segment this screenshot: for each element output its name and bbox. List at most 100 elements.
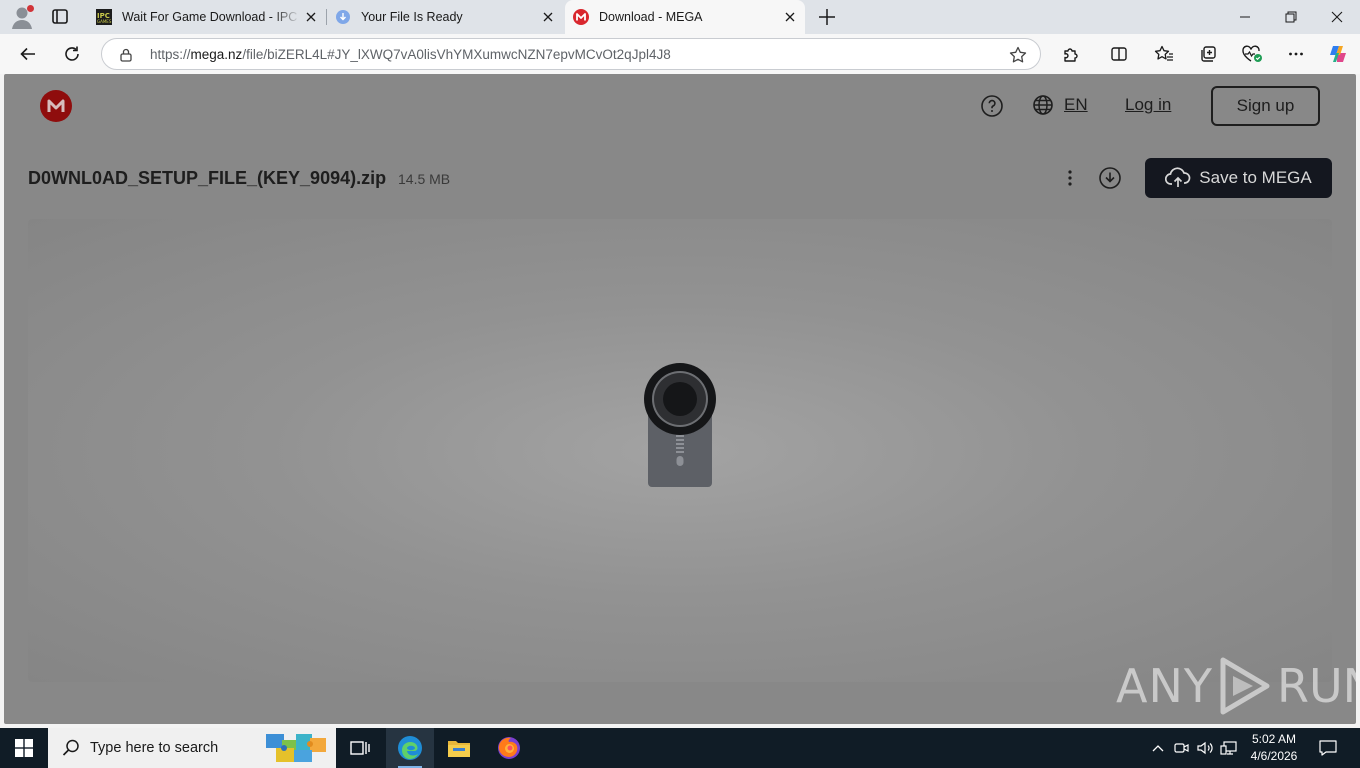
windows-logo-icon — [15, 739, 33, 757]
help-button[interactable] — [980, 94, 1004, 118]
settings-menu-button[interactable] — [1282, 41, 1310, 67]
more-horizontal-icon — [1289, 52, 1303, 56]
file-preview-area — [28, 219, 1332, 682]
minimize-icon — [1240, 16, 1250, 18]
url-domain: mega.nz — [190, 47, 243, 62]
taskbar: Type here to search 5:02 AM 4/6/2026 — [0, 728, 1360, 768]
favorite-star-icon[interactable] — [1008, 45, 1028, 65]
tab-strip: IPCGAMES Wait For Game Download - IPC Ga… — [0, 0, 1360, 34]
anyrun-watermark: ANY RUN — [1116, 656, 1356, 716]
split-screen-icon — [1111, 47, 1127, 61]
taskbar-clock[interactable]: 5:02 AM 4/6/2026 — [1238, 731, 1310, 765]
restore-button[interactable] — [1268, 0, 1314, 34]
tab-actions-icon — [52, 9, 68, 24]
address-bar[interactable]: https://mega.nz/file/biZERL4L#JY_lXWQ7vA… — [101, 38, 1041, 70]
close-icon — [785, 12, 795, 22]
login-link[interactable]: Log in — [1125, 95, 1171, 115]
zip-file-icon — [644, 363, 716, 487]
search-highlight-puzzle-icon — [266, 734, 326, 762]
close-tab-button[interactable] — [779, 6, 801, 28]
file-size: 14.5 MB — [398, 171, 451, 187]
copilot-icon — [1330, 46, 1346, 62]
close-tab-button[interactable] — [300, 6, 322, 28]
language-label: EN — [1064, 95, 1088, 114]
play-logo-icon — [1220, 657, 1270, 715]
notification-icon — [1319, 740, 1337, 756]
signup-button[interactable]: Sign up — [1211, 86, 1320, 126]
extensions-button[interactable] — [1057, 41, 1085, 67]
site-info-icon[interactable] — [118, 47, 134, 63]
download-favicon — [336, 10, 350, 24]
taskbar-file-explorer[interactable] — [435, 728, 483, 768]
save-to-mega-button[interactable]: Save to MEGA — [1145, 158, 1332, 198]
mega-logo-icon — [47, 99, 65, 112]
taskbar-firefox[interactable] — [485, 728, 533, 768]
svg-text:GAMES: GAMES — [97, 19, 112, 24]
split-screen-button[interactable] — [1105, 41, 1133, 67]
url-path: /file/biZERL4L#JY_lXWQ7vA0lisVhYMXumwcNZ… — [242, 47, 671, 62]
close-tab-button[interactable] — [537, 6, 559, 28]
tab-actions-button[interactable] — [48, 6, 72, 28]
tray-network[interactable] — [1218, 728, 1240, 768]
profile-button[interactable] — [8, 4, 36, 30]
language-selector[interactable]: EN — [1032, 94, 1088, 116]
refresh-button[interactable] — [58, 41, 86, 67]
clock-time: 5:02 AM — [1251, 732, 1297, 746]
restore-icon — [1285, 11, 1297, 23]
favorites-button[interactable] — [1150, 41, 1178, 67]
tab-file-ready[interactable]: Your File Is Ready — [327, 0, 563, 34]
question-circle-icon — [981, 95, 1003, 117]
file-name: D0WNL0AD_SETUP_FILE_(KEY_9094).zip — [28, 168, 387, 188]
watermark-text-right: RUN — [1276, 659, 1356, 713]
browser-essentials-button[interactable] — [1238, 41, 1266, 67]
close-window-button[interactable] — [1314, 0, 1360, 34]
copilot-button[interactable] — [1324, 41, 1352, 67]
close-icon — [306, 12, 316, 22]
page-content: EN Log in Sign up D0WNL0AD_SETUP_FILE_(K… — [4, 74, 1356, 724]
refresh-icon — [65, 46, 79, 61]
tab-title: Your File Is Ready — [361, 10, 463, 24]
mega-logo[interactable] — [40, 90, 72, 122]
tray-volume[interactable] — [1195, 728, 1217, 768]
tab-ipc-games[interactable]: IPCGAMES Wait For Game Download - IPC Ga… — [88, 0, 326, 34]
download-circle-icon — [1099, 167, 1121, 189]
network-icon — [1220, 741, 1237, 755]
start-button[interactable] — [0, 728, 48, 768]
camera-icon — [1174, 743, 1189, 753]
plus-icon — [819, 9, 835, 25]
task-view-icon — [350, 741, 370, 755]
navigation-bar: https://mega.nz/file/biZERL4L#JY_lXWQ7vA… — [0, 34, 1360, 74]
firefox-icon — [498, 737, 520, 759]
close-icon — [1331, 11, 1343, 23]
cloud-upload-icon — [1165, 167, 1191, 187]
file-options-button[interactable] — [1060, 166, 1080, 190]
notification-center-button[interactable] — [1312, 728, 1344, 768]
heart-pulse-icon — [1242, 45, 1262, 62]
back-arrow-icon — [20, 47, 35, 61]
download-button[interactable] — [1098, 166, 1122, 190]
tab-mega-download[interactable]: Download - MEGA — [565, 0, 805, 34]
mega-favicon — [573, 9, 589, 25]
tray-meet-now[interactable] — [1172, 728, 1192, 768]
show-hidden-icons-button[interactable] — [1148, 728, 1168, 768]
minimize-button[interactable] — [1222, 0, 1268, 34]
back-button[interactable] — [14, 41, 42, 67]
search-placeholder: Type here to search — [90, 740, 219, 756]
chevron-up-icon — [1152, 745, 1164, 752]
puzzle-piece-icon — [1064, 48, 1078, 62]
new-tab-button[interactable] — [815, 5, 839, 29]
collections-button[interactable] — [1194, 41, 1222, 67]
file-explorer-icon — [448, 741, 470, 757]
taskbar-search-box[interactable]: Type here to search — [48, 728, 336, 768]
ipc-games-favicon: IPCGAMES — [96, 9, 112, 25]
edge-icon — [398, 736, 422, 760]
collections-icon — [1201, 46, 1216, 62]
more-vertical-icon — [1068, 170, 1072, 186]
globe-icon — [1033, 95, 1053, 115]
notification-dot — [27, 5, 34, 12]
watermark-text-left: ANY — [1116, 659, 1213, 713]
task-view-button[interactable] — [336, 728, 384, 768]
tab-title: Wait For Game Download - IPC Games — [122, 10, 300, 24]
url-prefix: https:// — [150, 47, 191, 62]
taskbar-edge[interactable] — [386, 728, 434, 768]
